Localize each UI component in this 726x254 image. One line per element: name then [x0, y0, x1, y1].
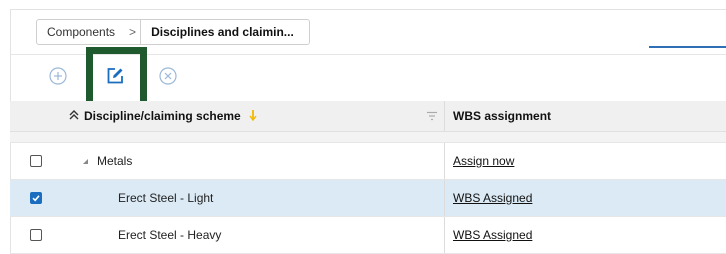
row-name: Metals [97, 154, 133, 168]
filter-icon[interactable] [426, 110, 438, 124]
header-discipline[interactable]: Discipline/claiming scheme [62, 101, 444, 131]
row-wbs-cell: WBS Assigned [444, 217, 726, 253]
edit-button-highlight [86, 47, 147, 108]
row-name-cell: Metals [62, 143, 444, 179]
cancel-button[interactable] [156, 64, 180, 88]
sort-indicator-icon [249, 109, 257, 124]
collapse-all-icon[interactable] [68, 109, 80, 124]
row-checkbox[interactable] [30, 229, 42, 241]
row-checkbox[interactable] [30, 192, 42, 204]
table-row[interactable]: Metals Assign now [10, 143, 726, 180]
row-wbs-cell: Assign now [444, 143, 726, 179]
active-tab-indicator [649, 46, 726, 48]
row-checkbox-cell[interactable] [10, 229, 62, 241]
header-discipline-label: Discipline/claiming scheme [84, 109, 241, 123]
row-name: Erect Steel - Light [118, 191, 214, 205]
breadcrumb-current[interactable]: Disciplines and claimin... [140, 20, 304, 44]
wbs-assigned-link[interactable]: WBS Assigned [453, 191, 532, 205]
close-circle-icon [159, 67, 177, 85]
table-row[interactable]: Erect Steel - Light WBS Assigned [10, 180, 726, 217]
breadcrumb-components[interactable]: Components [37, 25, 125, 39]
row-checkbox-cell[interactable] [10, 155, 62, 167]
breadcrumb-separator: > [129, 25, 137, 39]
add-button[interactable] [46, 64, 70, 88]
row-wbs-cell: WBS Assigned [444, 180, 726, 216]
grid-spacer-row [10, 132, 726, 143]
row-name-cell: Erect Steel - Heavy [62, 217, 444, 253]
expand-triangle-icon[interactable] [82, 158, 89, 165]
row-name: Erect Steel - Heavy [118, 228, 222, 242]
row-checkbox-cell[interactable] [10, 192, 62, 204]
row-name-cell: Erect Steel - Light [62, 180, 444, 216]
header-wbs[interactable]: WBS assignment [444, 101, 726, 131]
plus-circle-icon [49, 67, 67, 85]
table-row[interactable]: Erect Steel - Heavy WBS Assigned [10, 217, 726, 254]
panel-top-border [10, 9, 726, 10]
assign-now-link[interactable]: Assign now [453, 154, 514, 168]
wbs-assigned-link[interactable]: WBS Assigned [453, 228, 532, 242]
grid-header: Discipline/claiming scheme WBS assignmen… [10, 101, 726, 132]
breadcrumb: Components > Disciplines and claimin... [36, 19, 310, 45]
row-checkbox[interactable] [30, 155, 42, 167]
discipline-grid: Discipline/claiming scheme WBS assignmen… [10, 101, 726, 254]
